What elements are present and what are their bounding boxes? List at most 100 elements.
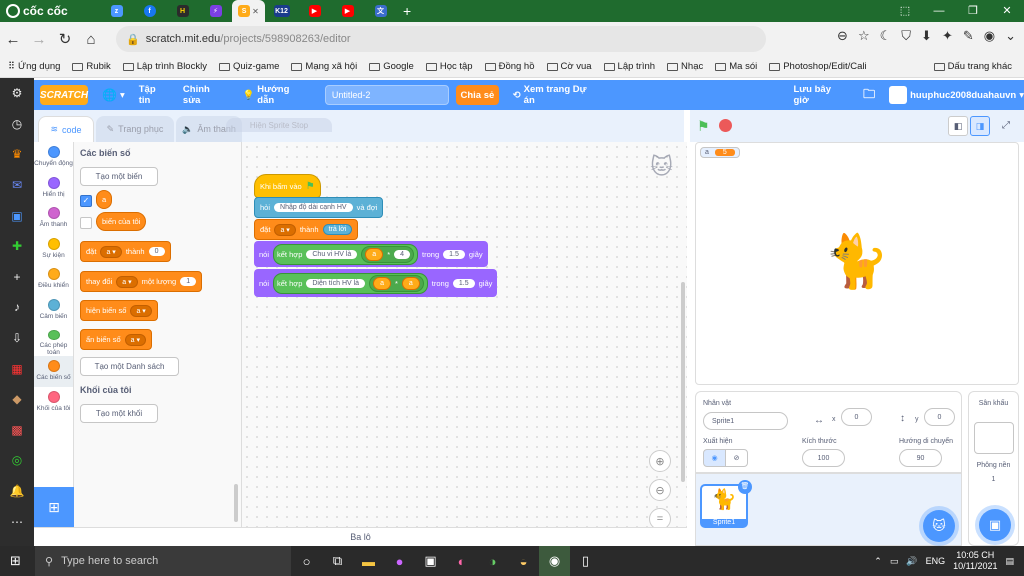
task-view-icon[interactable]: ⧉ <box>322 546 353 576</box>
browser-tab[interactable]: H <box>166 0 199 22</box>
browser-tab[interactable]: 文 <box>364 0 397 22</box>
screenshot-icon[interactable]: ⬚ <box>888 0 922 22</box>
edit-menu[interactable]: Chỉnh sửa <box>183 84 229 106</box>
join-text-input[interactable]: Chu vi HV là <box>306 249 358 259</box>
apps-bookmark[interactable]: ⠿ Ứng dụng <box>8 61 60 72</box>
bookmark-folder[interactable]: Quiz-game <box>218 61 279 72</box>
sprite-thumbnail[interactable]: 🐈 Sprite1 🗑 <box>700 480 752 528</box>
download-icon[interactable]: ⇩ <box>0 323 34 354</box>
make-list-button[interactable]: Tạo một Danh sách <box>80 357 179 376</box>
variable-dropdown[interactable]: a ▾ <box>130 304 152 317</box>
category-6[interactable]: Các phép toán <box>34 326 73 356</box>
bookmark-folder[interactable]: Cờ vua <box>546 61 592 72</box>
language-menu[interactable]: 🌐 ▾ <box>102 88 125 102</box>
multiply-reporter[interactable]: a * a <box>369 274 424 292</box>
new-tab-icon[interactable]: + <box>403 3 411 19</box>
zoom-icon[interactable]: ▣ <box>0 200 34 231</box>
variable-a-reporter[interactable]: a <box>373 276 391 290</box>
close-tab-icon[interactable]: ✕ <box>252 7 259 16</box>
variable-monitor[interactable]: a5 <box>700 147 740 158</box>
bookmark-folder[interactable]: Học tập <box>425 61 473 72</box>
notifications-icon[interactable]: ▤ <box>1005 556 1014 567</box>
add-app-icon[interactable]: + <box>0 262 34 293</box>
bookmark-folder[interactable]: Google <box>369 61 414 72</box>
windows-start-icon[interactable]: ⊞ <box>0 546 31 576</box>
forward-icon[interactable]: → <box>26 31 52 48</box>
minimize-icon[interactable]: — <box>922 0 956 22</box>
coccoc-taskbar-icon[interactable]: ◉ <box>539 546 570 576</box>
network-icon[interactable]: ▭ <box>890 556 899 567</box>
my-stuff-folder-icon[interactable]: 🗀 <box>863 85 875 106</box>
zoom-out-icon[interactable]: ⊖ <box>649 479 671 501</box>
shield-icon[interactable]: ⛉ <box>901 28 911 44</box>
browser-tab[interactable]: K12 <box>265 0 298 22</box>
paint-icon[interactable]: ◐ <box>446 546 477 576</box>
clock[interactable]: 10:05 CH 10/11/2021 <box>953 550 997 572</box>
menu-icon[interactable]: ⌄ <box>1005 28 1016 44</box>
more-icon[interactable]: ⋯ <box>0 506 34 537</box>
bookmark-folder[interactable]: Đồng hồ <box>484 61 535 72</box>
moon-icon[interactable]: ☾ <box>880 28 892 44</box>
tab-code[interactable]: ≋ code <box>38 116 94 142</box>
sale-icon[interactable]: ▩ <box>0 415 34 446</box>
answer-reporter[interactable]: trả lời <box>322 224 353 235</box>
number-input[interactable]: 4 <box>394 249 411 259</box>
variable-a-checkbox[interactable]: ✓ <box>80 195 92 207</box>
when-flag-clicked-block[interactable]: Khi bấm vào ⚑ <box>254 174 321 198</box>
join-reporter[interactable]: kết hợp Diện tích HV là a * a <box>273 272 428 294</box>
browser-tab[interactable]: ▶ <box>331 0 364 22</box>
green-flag-icon[interactable]: ⚑ <box>697 118 710 135</box>
shop-icon[interactable]: ▦ <box>0 353 34 384</box>
ask-text-input[interactable]: Nhập độ dài cạnh HV <box>274 203 353 212</box>
sprite-name-input[interactable]: Sprite1 <box>703 412 788 430</box>
bookmark-folder[interactable]: Rubik <box>72 61 111 72</box>
show-hidden-icon[interactable]: ⊘ <box>725 449 748 467</box>
home-icon[interactable]: ⌂ <box>78 31 104 48</box>
browser-tab[interactable]: f <box>133 0 166 22</box>
close-window-icon[interactable]: ✕ <box>990 0 1024 22</box>
variable-dropdown[interactable]: a ▾ <box>124 333 146 346</box>
tray-up-icon[interactable]: ⌃ <box>874 556 882 567</box>
store-icon[interactable]: ▣ <box>415 546 446 576</box>
small-stage-icon[interactable]: ◧ <box>948 116 968 136</box>
file-icon[interactable]: ▯ <box>570 546 601 576</box>
project-title-input[interactable]: Untitled-2 <box>324 85 450 105</box>
show-variable-block[interactable]: hiện biến số a ▾ <box>80 300 158 321</box>
script-scrollbar[interactable] <box>681 282 685 482</box>
file-explorer-icon[interactable]: ▬ <box>353 546 384 576</box>
show-visible-icon[interactable]: ◉ <box>703 449 726 467</box>
delete-sprite-icon[interactable]: 🗑 <box>738 480 752 494</box>
bell-icon[interactable]: 🔔 <box>0 476 34 507</box>
tutorials-button[interactable]: 💡 Hướng dẫn <box>242 84 306 106</box>
category-8[interactable]: Khối của tôi <box>34 387 73 418</box>
app-icon[interactable]: ● <box>384 546 415 576</box>
game-icon[interactable]: ◆ <box>0 384 34 415</box>
set-value-input[interactable]: 0 <box>148 247 165 256</box>
history-icon[interactable]: ◷ <box>0 109 34 140</box>
reload-icon[interactable]: ↻ <box>52 30 78 48</box>
extensions-icon[interactable]: ✦ <box>942 28 953 44</box>
account-menu[interactable]: huuphuc2008duahauvn ▾ <box>889 86 1024 104</box>
zoom-out-icon[interactable]: ⊖ <box>837 28 848 44</box>
add-sprite-button[interactable]: 🐱 <box>923 510 955 542</box>
seconds-input[interactable]: 1.5 <box>443 249 465 259</box>
backpack-bar[interactable]: Ba lô <box>34 527 687 546</box>
profile-avatar[interactable]: ◉ <box>984 28 995 44</box>
volume-icon[interactable]: 🔊 <box>906 556 917 567</box>
zoom-in-icon[interactable]: ⊕ <box>649 450 671 472</box>
palette-scrollbar[interactable] <box>234 484 238 522</box>
file-menu[interactable]: Tập tin <box>139 84 169 106</box>
save-now-button[interactable]: Lưu bây giờ <box>794 84 848 106</box>
restore-icon[interactable]: ❐ <box>956 0 990 22</box>
download-icon[interactable]: ⬇ <box>921 28 932 44</box>
hide-variable-block[interactable]: ẩn biến số a ▾ <box>80 329 152 350</box>
set-variable-block[interactable]: đặt a ▾ thành 0 <box>80 241 171 262</box>
bookmark-folder[interactable]: Dấu trang khác <box>933 61 1012 72</box>
x-input[interactable]: 0 <box>841 408 872 426</box>
variable-dropdown[interactable]: a ▾ <box>116 275 138 288</box>
make-block-button[interactable]: Tạo một khối <box>80 404 158 423</box>
stage-thumbnail[interactable] <box>974 422 1014 454</box>
change-variable-block[interactable]: thay đổi a ▾ một lượng 1 <box>80 271 203 292</box>
join-text-input[interactable]: Diện tích HV là <box>306 278 366 288</box>
variable-dropdown[interactable]: a ▾ <box>274 223 296 236</box>
